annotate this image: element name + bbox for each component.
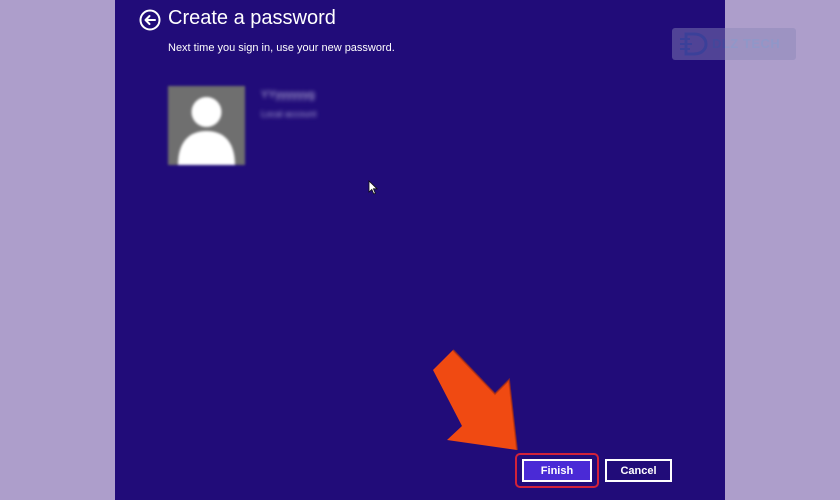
account-name: YYyyyyyyg xyxy=(261,89,315,101)
mouse-pointer-icon xyxy=(368,180,378,195)
page-title: Create a password xyxy=(168,7,336,29)
account-type: Local account xyxy=(261,109,317,119)
user-avatar xyxy=(168,86,245,165)
watermark-logo: DLZ TECH xyxy=(672,28,796,60)
user-silhouette-icon xyxy=(178,97,235,165)
pointer-arrow-icon xyxy=(433,349,518,451)
back-button[interactable] xyxy=(139,9,161,31)
finish-button[interactable]: Finish xyxy=(522,459,592,482)
setup-panel xyxy=(115,0,725,500)
watermark-text: DLZ TECH xyxy=(712,36,781,51)
page-subtitle: Next time you sign in, use your new pass… xyxy=(168,42,395,54)
cancel-button[interactable]: Cancel xyxy=(605,459,672,482)
